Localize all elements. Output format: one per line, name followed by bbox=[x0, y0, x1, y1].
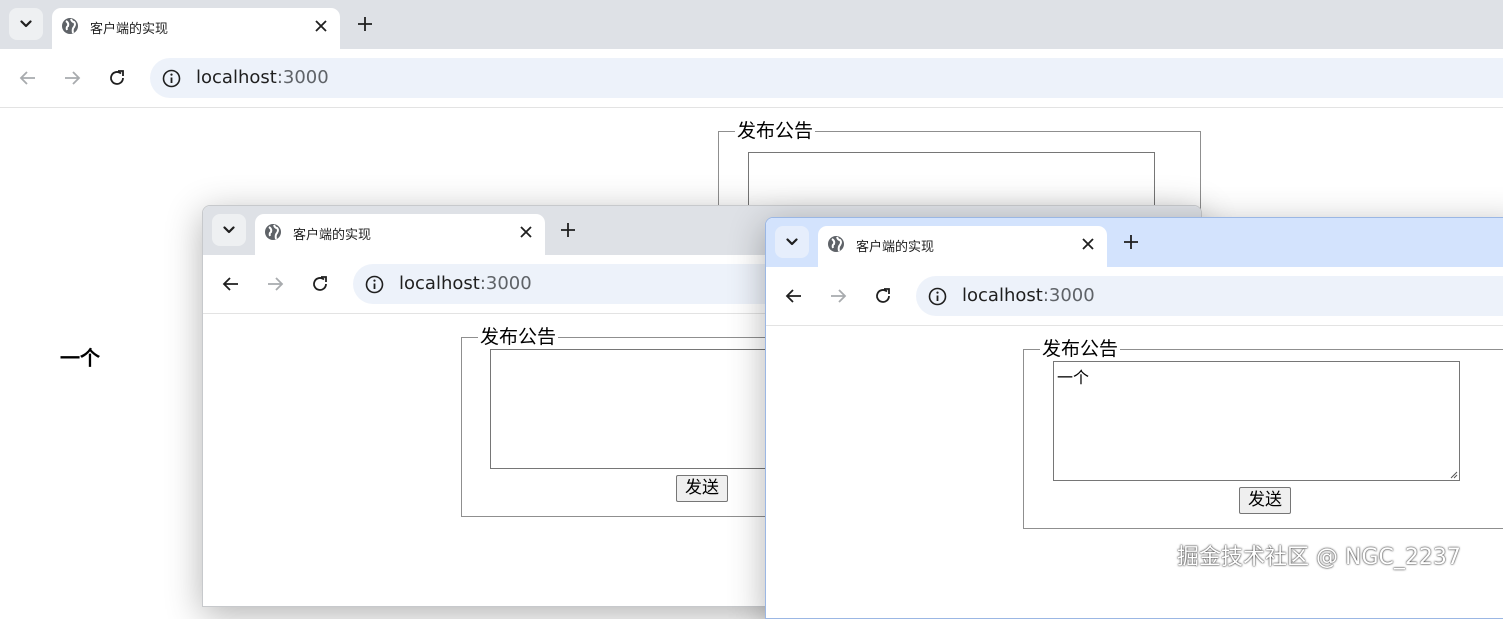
globe-icon bbox=[828, 236, 844, 252]
address-bar[interactable]: localhost:3000 bbox=[916, 276, 1503, 316]
close-icon[interactable] bbox=[1081, 237, 1095, 251]
new-tab-button[interactable] bbox=[357, 16, 373, 32]
new-tab-button[interactable] bbox=[560, 222, 576, 238]
send-button[interactable]: 发送 bbox=[1239, 487, 1291, 514]
tab-list-button[interactable] bbox=[212, 214, 246, 246]
info-icon[interactable] bbox=[928, 287, 947, 306]
back-arrow-icon[interactable] bbox=[784, 286, 804, 306]
chevron-down-icon bbox=[786, 238, 798, 246]
globe-icon bbox=[265, 224, 281, 240]
received-message: 一个 bbox=[60, 346, 100, 370]
send-button[interactable]: 发送 bbox=[676, 475, 728, 502]
reload-icon[interactable] bbox=[310, 274, 330, 294]
watermark: 掘金技术社区 @ NGC_2237 bbox=[1177, 545, 1461, 570]
tab-list-button[interactable] bbox=[775, 226, 809, 258]
forward-arrow-icon[interactable] bbox=[62, 68, 82, 88]
chevron-down-icon bbox=[20, 20, 32, 28]
tab-active[interactable]: 客户端的实现 bbox=[255, 214, 545, 256]
back-arrow-icon[interactable] bbox=[221, 274, 241, 294]
url-text: localhost:3000 bbox=[962, 285, 1095, 306]
url-text: localhost:3000 bbox=[399, 273, 532, 294]
notice-textarea[interactable]: 一个 bbox=[1053, 361, 1460, 481]
chevron-down-icon bbox=[223, 226, 235, 234]
info-icon[interactable] bbox=[162, 69, 181, 88]
form-legend: 发布公告 bbox=[1042, 338, 1119, 360]
toolbar: localhost:3000 bbox=[766, 267, 1503, 326]
forward-arrow-icon[interactable] bbox=[265, 274, 285, 294]
url-text: localhost:3000 bbox=[196, 67, 329, 88]
form-legend: 发布公告 bbox=[480, 326, 557, 348]
close-icon[interactable] bbox=[314, 19, 328, 33]
globe-icon bbox=[62, 18, 78, 34]
tab-active[interactable]: 客户端的实现 bbox=[52, 8, 340, 50]
reload-icon[interactable] bbox=[107, 68, 127, 88]
toolbar: localhost:3000 bbox=[0, 49, 1503, 108]
reload-icon[interactable] bbox=[873, 286, 893, 306]
page-content: 发布公告 一个 发送 bbox=[766, 326, 1503, 618]
forward-arrow-icon[interactable] bbox=[828, 286, 848, 306]
tab-title: 客户端的实现 bbox=[293, 228, 372, 243]
form-legend: 发布公告 bbox=[737, 120, 814, 142]
textarea-value: 一个 bbox=[1057, 368, 1090, 387]
info-icon[interactable] bbox=[365, 275, 384, 294]
tab-list-button[interactable] bbox=[9, 8, 43, 40]
tab-title: 客户端的实现 bbox=[856, 240, 935, 255]
resize-grip-icon[interactable] bbox=[1449, 470, 1458, 479]
tab-strip: 客户端的实现 bbox=[0, 0, 1503, 50]
address-bar[interactable]: localhost:3000 bbox=[150, 58, 1503, 98]
new-tab-button[interactable] bbox=[1123, 234, 1139, 250]
close-icon[interactable] bbox=[519, 225, 533, 239]
tab-active[interactable]: 客户端的实现 bbox=[818, 226, 1107, 268]
tab-title: 客户端的实现 bbox=[90, 22, 169, 37]
tab-strip: 客户端的实现 bbox=[766, 218, 1503, 268]
back-arrow-icon[interactable] bbox=[18, 68, 38, 88]
notice-textarea[interactable] bbox=[748, 152, 1155, 212]
